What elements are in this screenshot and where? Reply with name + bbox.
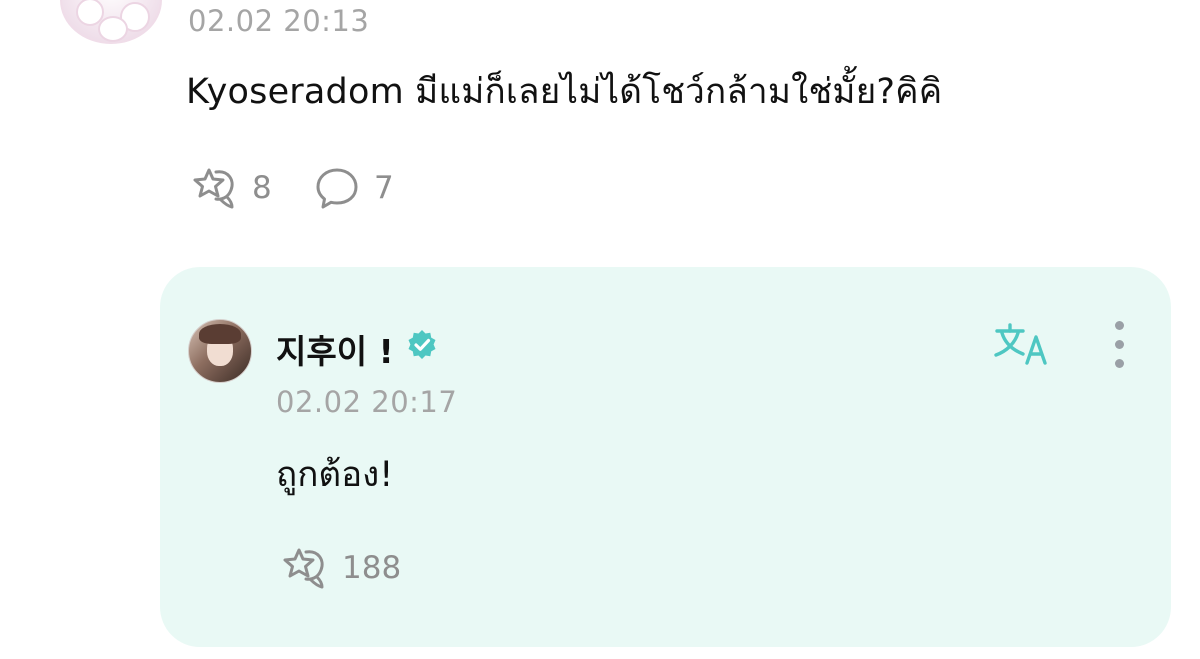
like-button[interactable]: 8 xyxy=(188,166,272,210)
translate-icon[interactable] xyxy=(993,323,1055,369)
comment-thread: 02.02 20:13 Kyoseradom มีแม่ก็เลยไม่ได้โ… xyxy=(0,0,1200,659)
comment-timestamp: 02.02 20:13 xyxy=(188,4,370,38)
reply-card: 지후이 ! 02.02 20:17 ถูกต้อง! 188 xyxy=(160,267,1171,647)
like-icon xyxy=(283,548,324,589)
more-vertical-icon[interactable] xyxy=(1110,321,1130,369)
reply-timestamp: 02.02 20:17 xyxy=(276,385,458,419)
avatar-hair-shape xyxy=(199,324,241,344)
avatar[interactable] xyxy=(60,0,162,44)
verified-badge-icon xyxy=(408,330,436,359)
reply-author-name[interactable]: 지후이 ! xyxy=(276,325,394,373)
reply-like-button[interactable]: 188 xyxy=(278,546,401,590)
comment-bubble-icon xyxy=(316,168,358,209)
like-count: 8 xyxy=(252,170,272,206)
reply-like-count: 188 xyxy=(342,550,402,586)
reply-button[interactable]: 7 xyxy=(314,166,394,210)
reply-text: ถูกต้อง! xyxy=(276,455,394,495)
like-icon xyxy=(193,168,234,209)
comment-text: Kyoseradom มีแม่ก็เลยไม่ได้โชว์กล้ามใช่ม… xyxy=(186,72,943,112)
reply-count: 7 xyxy=(374,170,394,206)
reply-author-avatar[interactable] xyxy=(188,319,252,383)
